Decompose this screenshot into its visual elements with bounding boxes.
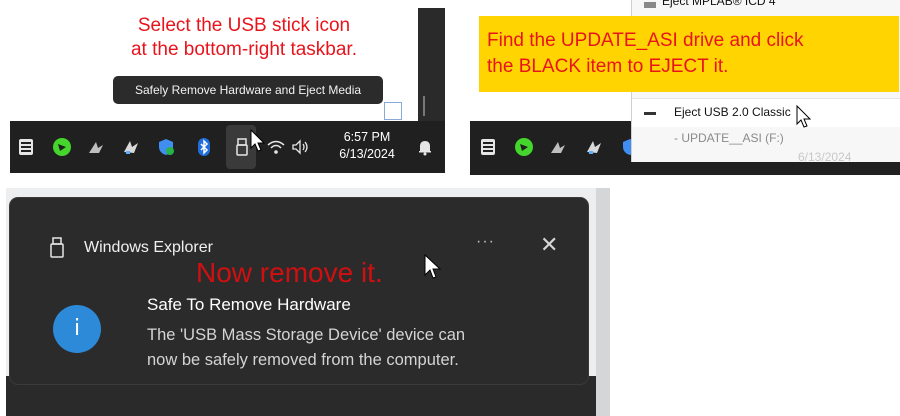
usb-drive-icon (48, 237, 66, 259)
caption-line: the BLACK item to EJECT it. (487, 56, 729, 77)
checkbox-frame (384, 102, 402, 120)
instruction-caption: Find the UPDATE_ASI drive and click the … (479, 16, 899, 92)
taskbar: 6:57 PM 6/13/2024 (10, 121, 445, 173)
instruction-caption: Select the USB stick icon at the bottom-… (94, 14, 394, 62)
menu-item-eject-usb[interactable]: Eject USB 2.0 Classic (632, 98, 900, 129)
notification-body: The 'USB Mass Storage Device' device can… (147, 323, 465, 373)
bluetooth-icon[interactable] (194, 137, 214, 157)
menu-subitem-update-asi: - UPDATE__ASI (F:) (674, 131, 784, 145)
volume-icon[interactable] (290, 137, 310, 157)
mouse-cursor-icon (250, 129, 266, 153)
usb-drive-icon[interactable] (232, 137, 252, 157)
app-name: Windows Explorer (84, 239, 213, 256)
body-line: now be safely removed from the computer. (147, 351, 459, 369)
razer-icon[interactable] (52, 137, 72, 157)
notification-bell-icon[interactable] (415, 137, 435, 157)
clock-time: 6:57 PM (343, 130, 391, 144)
device-icon (644, 2, 656, 8)
caption-line: at the bottom-right taskbar. (130, 39, 357, 60)
razer-icon[interactable] (514, 137, 534, 157)
app-icon[interactable] (584, 137, 604, 157)
panel-eject-drive: Eject MPLAB® ICD 4 Eject USB 2.0 Classic… (470, 0, 900, 175)
clock-date: 6/13/2024 (339, 147, 395, 161)
caption-line: Find the UPDATE_ASI drive and click (487, 30, 804, 51)
taskbar-clock[interactable]: 6:57 PM 6/13/2024 (332, 129, 402, 163)
window-edge (596, 188, 610, 416)
panel-select-usb: Select the USB stick icon at the bottom-… (10, 8, 445, 173)
app-icon[interactable] (121, 137, 141, 157)
notification-toast[interactable]: Windows Explorer ··· ✕ Now remove it. i … (10, 198, 588, 384)
close-button[interactable]: ✕ (540, 234, 558, 256)
scrollbar-thumb[interactable] (423, 96, 425, 116)
panel-safe-to-remove: Windows Explorer ··· ✕ Now remove it. i … (6, 188, 610, 416)
defender-icon[interactable] (156, 137, 176, 157)
more-options-button[interactable]: ··· (476, 233, 495, 251)
steelseries-icon[interactable] (548, 137, 568, 157)
menu-item-eject-mplab[interactable]: Eject MPLAB® ICD 4 (662, 0, 776, 8)
epic-games-icon[interactable] (478, 137, 498, 157)
mouse-cursor-icon (424, 254, 442, 280)
notification-headline: Safe To Remove Hardware (147, 295, 351, 314)
menu-item-label: Eject USB 2.0 Classic (674, 105, 791, 119)
steelseries-icon[interactable] (86, 137, 106, 157)
device-icon (644, 112, 656, 115)
wifi-icon[interactable] (266, 137, 286, 157)
clock-date: 6/13/2024 (798, 150, 852, 164)
caption-line: Select the USB stick icon (137, 15, 351, 36)
annotation-text: Now remove it. (196, 257, 383, 288)
tooltip: Safely Remove Hardware and Eject Media (113, 76, 383, 104)
body-line: The 'USB Mass Storage Device' device can (147, 326, 466, 344)
info-icon: i (53, 305, 101, 353)
epic-games-icon[interactable] (16, 137, 36, 157)
mouse-cursor-icon (796, 105, 812, 129)
